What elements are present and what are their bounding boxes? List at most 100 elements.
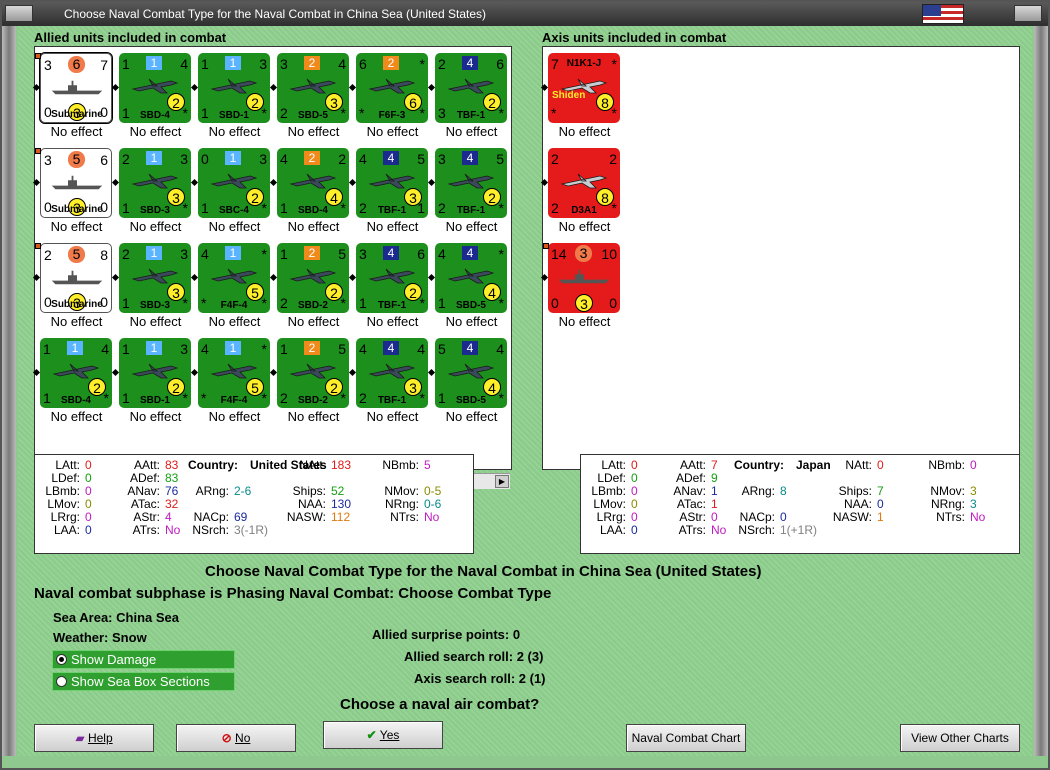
unit-counter-cell[interactable]: 3 7 0 0 6 3 Submarine No effect bbox=[32, 51, 116, 146]
air-counter[interactable]: 1 5 2 * 2 2 SBD-2 bbox=[277, 338, 349, 408]
counter-bottom-badge: 4 bbox=[483, 283, 501, 301]
unit-counter-cell[interactable]: 3 6 1 * 4 2 TBF-1 No effect bbox=[348, 241, 432, 336]
unit-counter-cell[interactable]: 4 4 2 * 4 3 TBF-1 No effect bbox=[348, 336, 432, 431]
axis-stats-panel: LAtt: 0 LDef: 0 LBmb: 0 LMov: 0 LRrg: 0 LAA: 0 AAtt:… bbox=[580, 454, 1020, 554]
unit-counter-cell[interactable]: 2 6 3 * 4 2 TBF-1 No effect bbox=[427, 51, 511, 146]
air-counter[interactable]: 3 6 1 * 4 2 TBF-1 bbox=[356, 243, 428, 313]
subphase-text: Naval combat subphase is Phasing Naval C… bbox=[34, 585, 552, 602]
stat-label-nmov: NMov: bbox=[930, 484, 965, 498]
air-counter[interactable]: 4 4 2 * 4 3 TBF-1 bbox=[356, 338, 428, 408]
air-counter[interactable]: 1 3 1 * 1 2 SBD-1 bbox=[198, 53, 270, 123]
stat-value-ships: 52 bbox=[331, 484, 345, 498]
naval-combat-chart-button[interactable]: Naval Combat Chart bbox=[626, 724, 746, 752]
show-sea-box-radio[interactable]: Show Sea Box Sections bbox=[52, 672, 235, 691]
counter-name: TBF-1 bbox=[377, 205, 407, 216]
system-menu-button[interactable] bbox=[5, 5, 33, 22]
counter-top-right-value: 3 bbox=[180, 246, 188, 262]
radio-unselected-icon[interactable] bbox=[56, 676, 67, 687]
ship-counter[interactable]: 3 6 0 0 5 3 Submarine bbox=[40, 148, 112, 218]
counter-top-badge: 5 bbox=[68, 151, 85, 168]
unit-counter-cell[interactable]: 1 4 1 * 1 2 SBD-4 No effect bbox=[32, 336, 116, 431]
air-counter[interactable]: 3 4 2 * 2 3 SBD-5 bbox=[277, 53, 349, 123]
unit-counter-cell[interactable]: 2 2 2 * 8 D3A1 No effect bbox=[540, 146, 624, 241]
aircraft-icon bbox=[447, 363, 495, 379]
unit-counter-cell[interactable]: 0 3 1 * 1 2 SBC-4 No effect bbox=[190, 146, 274, 241]
aircraft-icon bbox=[131, 78, 179, 94]
stat-value-natt: 183 bbox=[331, 458, 352, 472]
air-counter[interactable]: 2 2 2 * 8 D3A1 bbox=[548, 148, 620, 218]
unit-counter-cell[interactable]: 1 5 2 * 2 2 SBD-2 No effect bbox=[269, 336, 353, 431]
counter-marker-icon bbox=[35, 148, 41, 154]
stat-value-ships: 7 bbox=[877, 484, 884, 498]
air-counter[interactable]: 3 5 2 * 4 2 TBF-1 bbox=[435, 148, 507, 218]
view-other-charts-button[interactable]: View Other Charts bbox=[900, 724, 1020, 752]
unit-counter-cell[interactable]: 3 5 2 * 4 2 TBF-1 No effect bbox=[427, 146, 511, 241]
air-counter[interactable]: 1 3 1 * 1 2 SBD-1 bbox=[119, 338, 191, 408]
unit-counter-cell[interactable]: 4 * * * 1 5 F4F-4 No effect bbox=[190, 336, 274, 431]
allied-units-panel[interactable]: 3 7 0 0 6 3 Submarine No effect 1 4 1 * 1 2 SBD-4 No ef… bbox=[32, 46, 512, 489]
air-counter[interactable]: 0 3 1 * 1 2 SBC-4 bbox=[198, 148, 270, 218]
scroll-right-icon[interactable]: ▶ bbox=[495, 475, 509, 488]
unit-counter-cell[interactable]: 1 3 1 * 1 2 SBD-1 No effect bbox=[190, 51, 274, 146]
stat-label-atrs: ATrs: bbox=[678, 523, 706, 537]
counter-marker-icon bbox=[543, 243, 549, 249]
unit-counter-cell[interactable]: 14 10 0 0 3 3 No effect bbox=[540, 241, 624, 336]
ship-counter[interactable]: 2 8 0 0 5 3 Submarine bbox=[40, 243, 112, 313]
unit-counter-cell[interactable]: 4 * 1 * 4 4 SBD-5 No effect bbox=[427, 241, 511, 336]
yes-button[interactable]: ✔ Yes bbox=[323, 721, 443, 749]
counter-name: SBD-3 bbox=[139, 205, 170, 216]
air-counter[interactable]: 2 3 1 * 1 3 SBD-3 bbox=[119, 243, 191, 313]
counter-name: SBD-2 bbox=[297, 395, 328, 406]
unit-counter-cell[interactable]: 4 2 1 * 2 4 SBD-4 No effect bbox=[269, 146, 353, 241]
no-button[interactable]: ⊘ No bbox=[176, 724, 296, 752]
air-counter[interactable]: 6 * * * 2 6 F6F-3 bbox=[356, 53, 428, 123]
counter-top-left-value: 3 bbox=[44, 152, 52, 168]
unit-counter-cell[interactable]: 4 * * * 1 5 F4F-4 No effect bbox=[190, 241, 274, 336]
air-counter[interactable]: 5 4 1 * 4 4 SBD-5 bbox=[435, 338, 507, 408]
counter-name: TBF-1 bbox=[456, 110, 486, 121]
stat-value-lmov: 0 bbox=[85, 497, 92, 511]
stat-label-nsrch: NSrch: bbox=[738, 523, 775, 537]
unit-counter-cell[interactable]: 1 4 1 * 1 2 SBD-4 No effect bbox=[111, 51, 195, 146]
air-counter[interactable]: 4 5 2 1 4 3 TBF-1 bbox=[356, 148, 428, 218]
counter-top-right-value: 3 bbox=[259, 151, 267, 167]
unit-effect-label: No effect bbox=[208, 409, 261, 424]
air-counter[interactable]: 1 5 2 * 2 2 SBD-2 bbox=[277, 243, 349, 313]
help-button[interactable]: ▰ Help bbox=[34, 724, 154, 752]
air-counter[interactable]: 7 * * * 8 Shiden N1K1-J bbox=[548, 53, 620, 123]
unit-counter-cell[interactable]: 7 * * * 8 Shiden N1K1-J No effect bbox=[540, 51, 624, 146]
counter-top-right-value: 3 bbox=[259, 56, 267, 72]
counter-bottom-badge: 2 bbox=[167, 93, 185, 111]
stat-label-lmov: LMov: bbox=[593, 497, 626, 511]
unit-effect-label: No effect bbox=[50, 409, 103, 424]
air-counter[interactable]: 4 * 1 * 4 4 SBD-5 bbox=[435, 243, 507, 313]
air-counter[interactable]: 4 * * * 1 5 F4F-4 bbox=[198, 338, 270, 408]
air-counter[interactable]: 2 6 3 * 4 2 TBF-1 bbox=[435, 53, 507, 123]
unit-counter-cell[interactable]: 1 3 1 * 1 2 SBD-1 No effect bbox=[111, 336, 195, 431]
unit-counter-cell[interactable]: 6 * * * 2 6 F6F-3 No effect bbox=[348, 51, 432, 146]
air-counter[interactable]: 4 2 1 * 2 4 SBD-4 bbox=[277, 148, 349, 218]
axis-units-panel[interactable]: 7 * * * 8 Shiden N1K1-J No effect 2 2 2 * 8 D3A1 No ef… bbox=[540, 46, 1020, 470]
ship-counter[interactable]: 14 10 0 0 3 3 bbox=[548, 243, 620, 313]
counter-top-left-value: 1 bbox=[280, 341, 288, 357]
close-button[interactable] bbox=[1014, 5, 1042, 22]
air-counter[interactable]: 2 3 1 * 1 3 SBD-3 bbox=[119, 148, 191, 218]
unit-counter-cell[interactable]: 2 3 1 * 1 3 SBD-3 No effect bbox=[111, 146, 195, 241]
unit-counter-cell[interactable]: 1 5 2 * 2 2 SBD-2 No effect bbox=[269, 241, 353, 336]
radio-selected-icon[interactable] bbox=[56, 654, 67, 665]
unit-counter-cell[interactable]: 3 4 2 * 2 3 SBD-5 No effect bbox=[269, 51, 353, 146]
show-damage-radio[interactable]: Show Damage bbox=[52, 650, 235, 669]
unit-effect-label: No effect bbox=[287, 409, 340, 424]
air-counter[interactable]: 1 4 1 * 1 2 SBD-4 bbox=[40, 338, 112, 408]
unit-counter-cell[interactable]: 2 8 0 0 5 3 Submarine No effect bbox=[32, 241, 116, 336]
air-counter[interactable]: 1 4 1 * 1 2 SBD-4 bbox=[119, 53, 191, 123]
unit-effect-label: No effect bbox=[287, 314, 340, 329]
ship-counter[interactable]: 3 7 0 0 6 3 Submarine bbox=[39, 52, 113, 124]
air-counter[interactable]: 4 * * * 1 5 F4F-4 bbox=[198, 243, 270, 313]
aircraft-icon bbox=[131, 173, 179, 189]
unit-counter-cell[interactable]: 4 5 2 1 4 3 TBF-1 No effect bbox=[348, 146, 432, 241]
stat-value-naa: 0 bbox=[877, 497, 884, 511]
unit-counter-cell[interactable]: 3 6 0 0 5 3 Submarine No effect bbox=[32, 146, 116, 241]
unit-counter-cell[interactable]: 2 3 1 * 1 3 SBD-3 No effect bbox=[111, 241, 195, 336]
unit-counter-cell[interactable]: 5 4 1 * 4 4 SBD-5 No effect bbox=[427, 336, 511, 431]
